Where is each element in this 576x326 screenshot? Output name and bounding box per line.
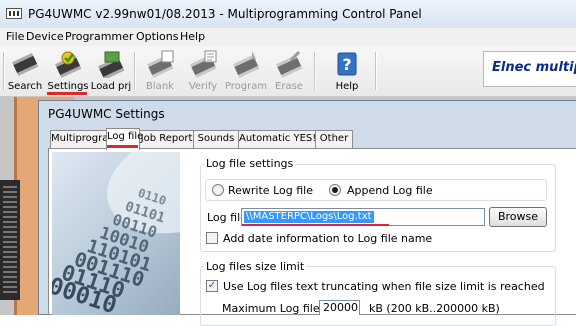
max-size-units: kB (200 kB..200000 kB) [369,302,500,315]
title-bar: PG4UWMC v2.99nw01/08.2013 - Multiprogram… [0,0,576,28]
menu-options[interactable]: Options [136,30,178,43]
program-chip-icon [233,51,260,78]
append-log-label: Append Log file [347,184,433,197]
add-date-label: Add date information to Log file name [223,232,433,245]
blank-chip-icon [147,50,174,78]
erase-chip-icon [276,50,303,78]
log-file-path-value: \\MASTERPC\Logs\Log.txt [244,211,374,223]
binary-decoration-image: 0110 01101 00110 10010 110101 001110 01110 0001… [52,152,180,315]
svg-text:?: ? [342,55,351,74]
window-title: PG4UWMC v2.99nw01/08.2013 - Multiprogram… [28,7,422,21]
log-file-path-highlight [242,224,389,226]
append-log-radio[interactable] [329,184,341,196]
browse-button[interactable]: Browse [489,207,547,227]
tab-other[interactable]: Other [315,130,353,148]
help-button[interactable]: ? Help [324,48,370,94]
load-project-button[interactable]: Load prj [88,48,134,94]
menu-programmer[interactable]: Programmer [65,30,133,43]
size-limit-group [200,266,556,326]
rewrite-log-label: Rewrite Log file [228,184,313,197]
tab-multiprogramming[interactable]: Multiprogramming [50,130,143,148]
dialog-title: PG4UWMC Settings [48,107,165,121]
size-limit-label: Log files size limit [204,260,307,273]
app-icon [6,8,22,19]
tab-job-report[interactable]: Job Report [139,130,194,148]
menu-bar: File Device Programmer Options Help [0,28,576,46]
brand-banner: Elnec multiprogrammin [483,51,576,87]
menu-file[interactable]: File [6,30,24,43]
help-label: Help [335,81,359,92]
add-date-checkbox[interactable] [206,232,218,244]
load-project-label: Load prj [90,81,132,92]
tab-sounds[interactable]: Sounds [193,130,239,148]
socket-pins [3,186,17,294]
use-truncating-checkbox[interactable]: ✓ [206,280,218,292]
use-truncating-label: Use Log files text truncating when file … [223,280,545,293]
load-project-icon [98,51,125,78]
search-chip-icon [12,53,39,76]
tab-automatic-yes[interactable]: Automatic YES! [238,130,316,148]
max-size-input[interactable]: 20000 [319,300,360,315]
rewrite-log-radio[interactable] [212,184,224,196]
verify-chip-icon [190,50,217,78]
menu-help[interactable]: Help [180,30,205,43]
settings-chip-icon [55,51,82,78]
erase-label: Erase [275,81,303,92]
active-tab-highlight [107,145,138,148]
erase-button[interactable]: Erase [266,48,312,94]
help-icon: ? [337,52,357,76]
menu-device[interactable]: Device [26,30,64,43]
log-file-settings-label: Log file settings [204,157,296,170]
brand-text: Elnec multiprogrammin [492,60,576,75]
settings-highlight [47,92,87,95]
